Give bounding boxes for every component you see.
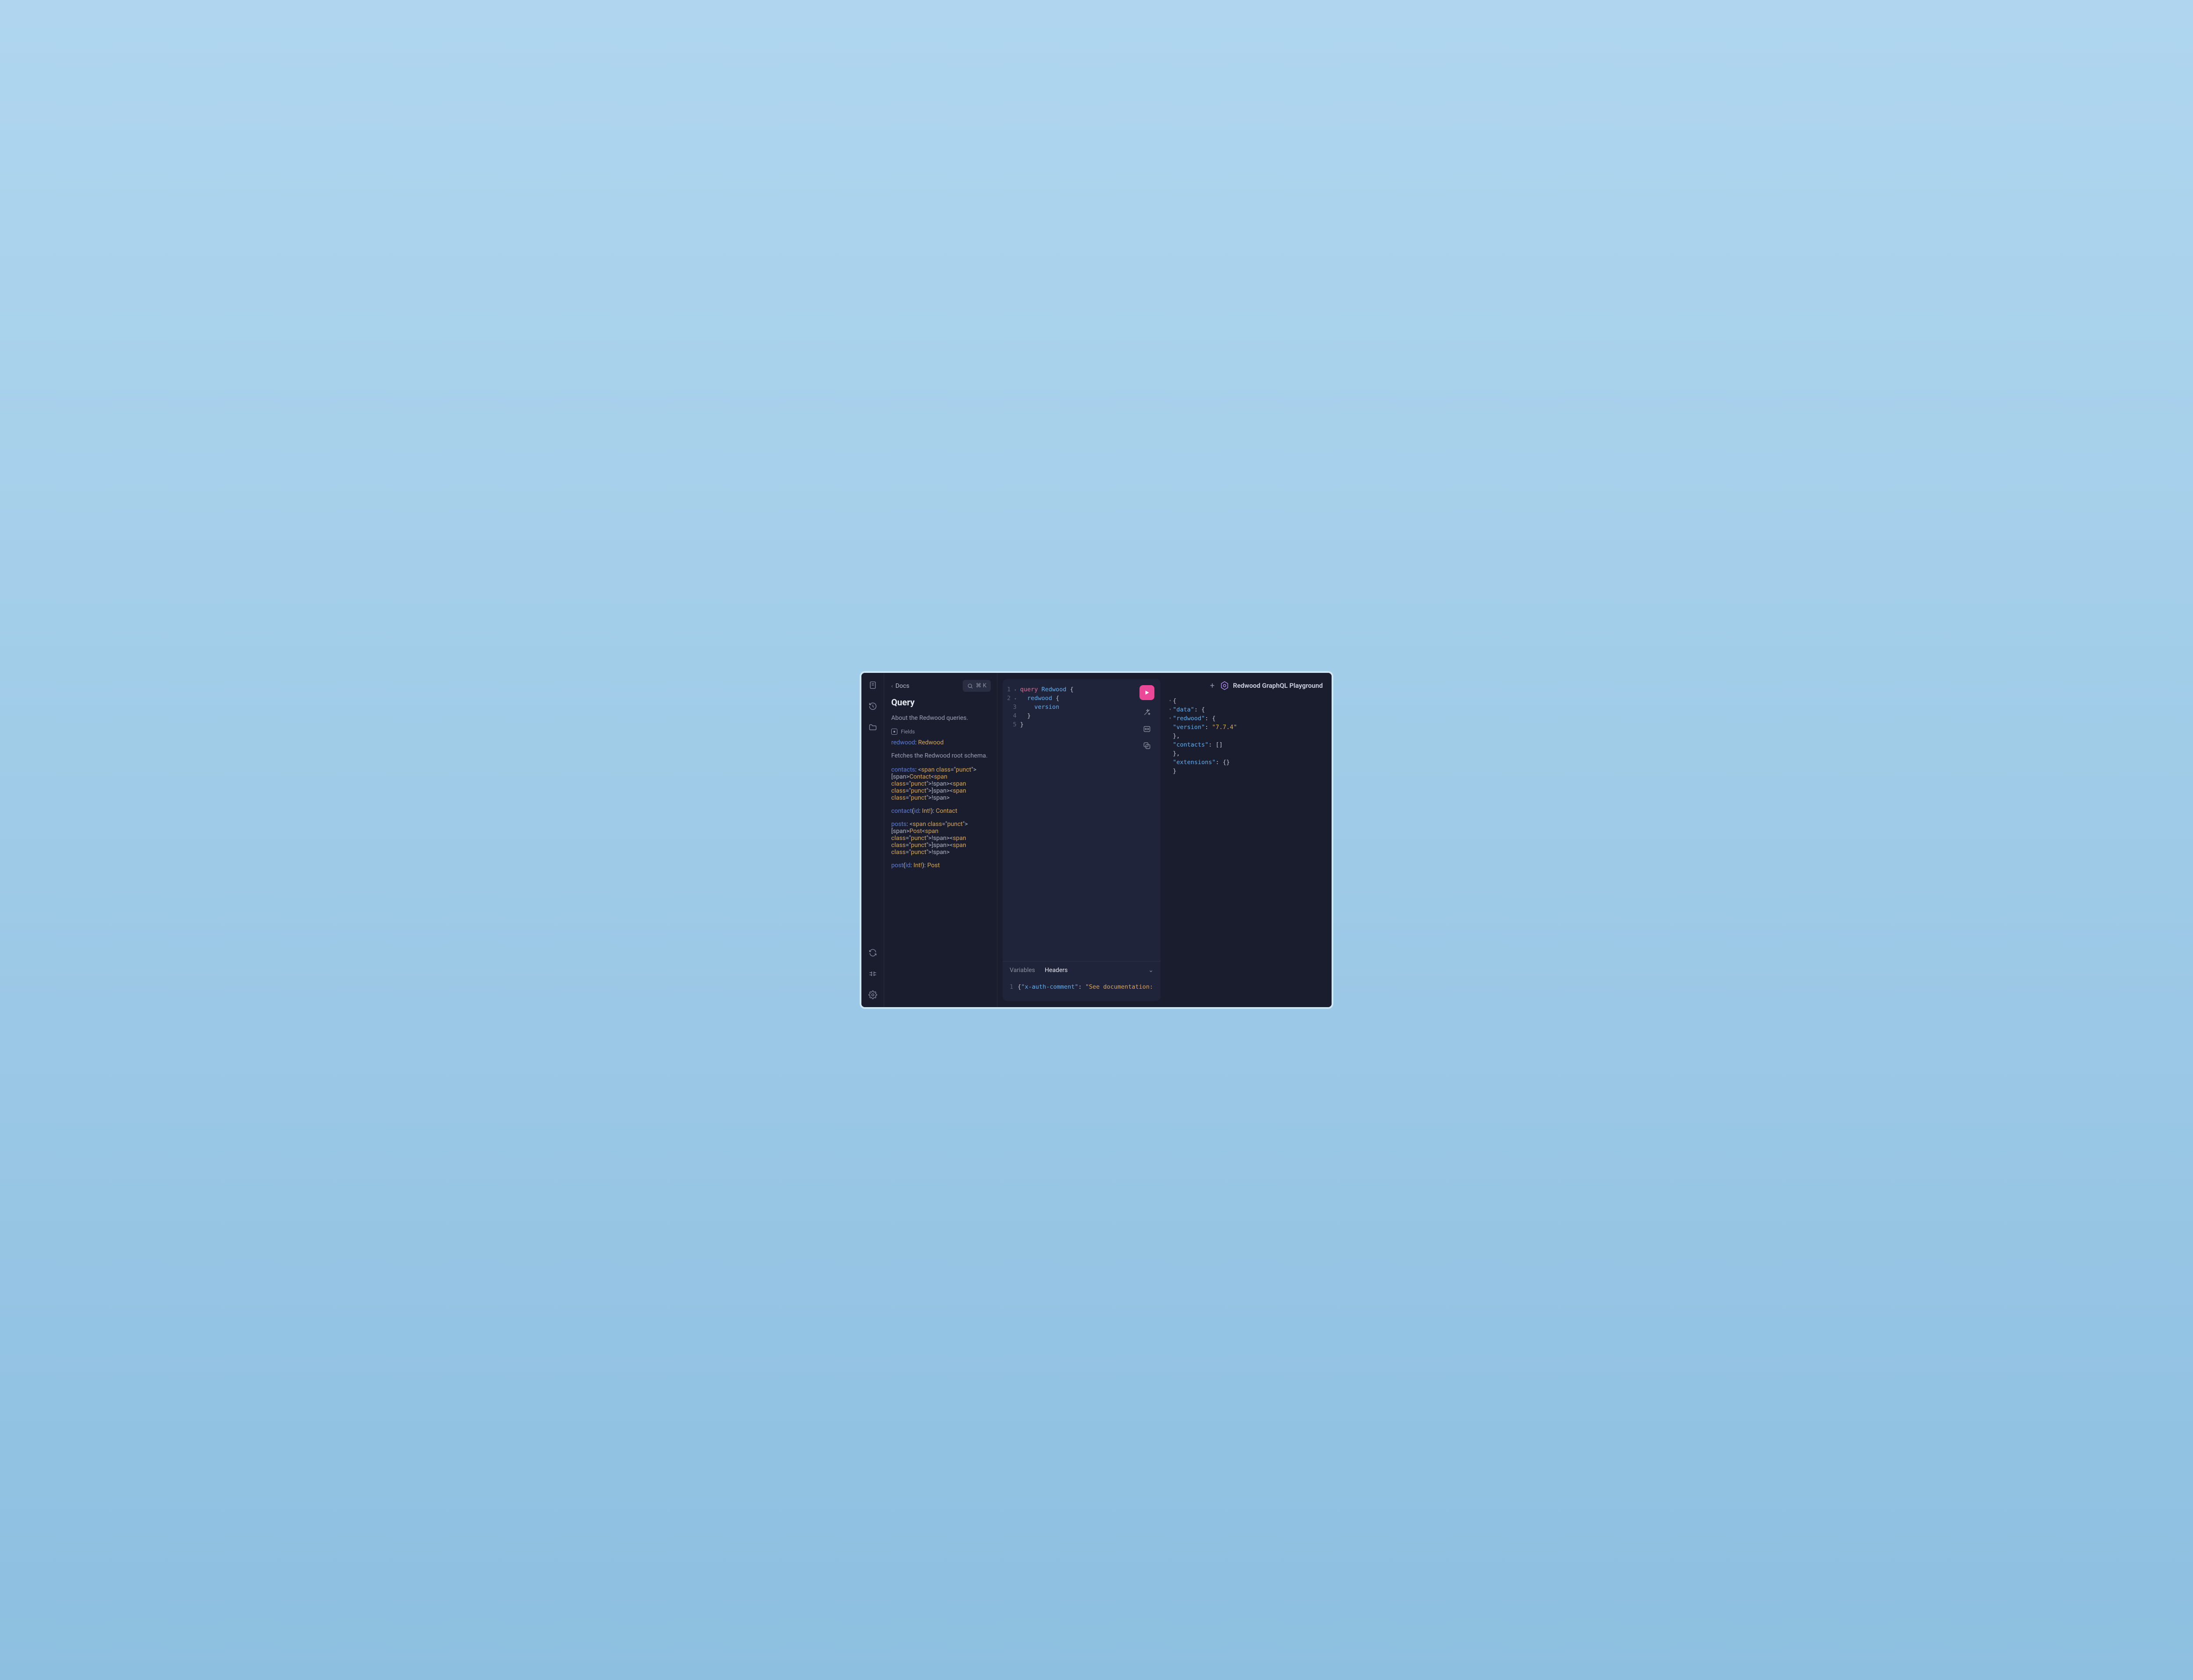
history-icon[interactable]: [868, 702, 877, 711]
docs-panel: ‹ Docs ⌘ K Query About the Redwood queri…: [884, 673, 997, 1007]
search-icon: [967, 683, 973, 689]
redwood-logo-icon: [1220, 681, 1229, 690]
copy-icon[interactable]: [1143, 741, 1151, 750]
chevron-left-icon: ‹: [891, 683, 893, 689]
main-area: 1 ▾2 ▾3 4 5 query Redwood { redwood { ve…: [997, 673, 1332, 1007]
docs-back-button[interactable]: ‹ Docs: [891, 683, 909, 690]
docs-icon[interactable]: [868, 681, 877, 690]
query-editor[interactable]: 1 ▾2 ▾3 4 5 query Redwood { redwood { ve…: [1003, 679, 1161, 961]
fields-heading: Fields: [891, 729, 991, 735]
playground-title: Redwood GraphQL Playground: [1220, 681, 1323, 690]
response-viewer[interactable]: ▾{▾ "data": {▾ "redwood": { "version": "…: [1165, 697, 1325, 776]
editor-card: 1 ▾2 ▾3 4 5 query Redwood { redwood { ve…: [1003, 679, 1161, 1001]
line-number: 1: [1010, 983, 1013, 990]
field-description: Fetches the Redwood root schema.: [891, 752, 991, 759]
prettify-icon[interactable]: [1143, 708, 1151, 717]
docs-back-label: Docs: [896, 683, 910, 690]
new-tab-button[interactable]: +: [1210, 681, 1214, 690]
fields-list: redwood: Redwood Fetches the Redwood root…: [891, 739, 991, 875]
field-item[interactable]: posts: <span class="punct">[span>Post<sp…: [891, 821, 991, 856]
keyboard-icon[interactable]: [868, 969, 877, 978]
folder-icon[interactable]: [868, 723, 877, 732]
docs-title: Query: [891, 697, 991, 708]
icon-rail: [861, 673, 884, 1007]
app-window: ‹ Docs ⌘ K Query About the Redwood queri…: [860, 671, 1333, 1009]
field-item[interactable]: post(id: Int!): Post: [891, 862, 991, 869]
refresh-icon[interactable]: [868, 948, 877, 957]
variables-headers-tabs: Variables Headers ⌄: [1003, 962, 1161, 979]
editor-toolbar: [1139, 685, 1154, 750]
headers-editor[interactable]: 1 {"x-auth-comment": "See documentation:: [1003, 979, 1161, 1001]
fields-icon: [891, 729, 897, 735]
field-item[interactable]: redwood: Redwood: [891, 739, 991, 746]
field-item[interactable]: contact(id: Int!): Contact: [891, 808, 991, 815]
chevron-down-icon[interactable]: ⌄: [1148, 967, 1154, 974]
play-icon: [1144, 690, 1150, 696]
tab-variables[interactable]: Variables: [1010, 967, 1035, 974]
settings-icon[interactable]: [868, 990, 877, 999]
merge-icon[interactable]: [1143, 725, 1151, 733]
docs-description: About the Redwood queries.: [891, 715, 991, 722]
response-panel: + Redwood GraphQL Playground ▾{▾ "data":…: [1165, 679, 1325, 1001]
search-shortcut: ⌘ K: [976, 683, 986, 689]
run-button[interactable]: [1139, 685, 1154, 700]
editor-bottom-panel: Variables Headers ⌄ 1 {"x-auth-comment":…: [1003, 961, 1161, 1001]
tab-headers[interactable]: Headers: [1045, 967, 1068, 974]
search-button[interactable]: ⌘ K: [963, 680, 991, 692]
field-item[interactable]: contacts: <span class="punct">[span>Cont…: [891, 766, 991, 801]
